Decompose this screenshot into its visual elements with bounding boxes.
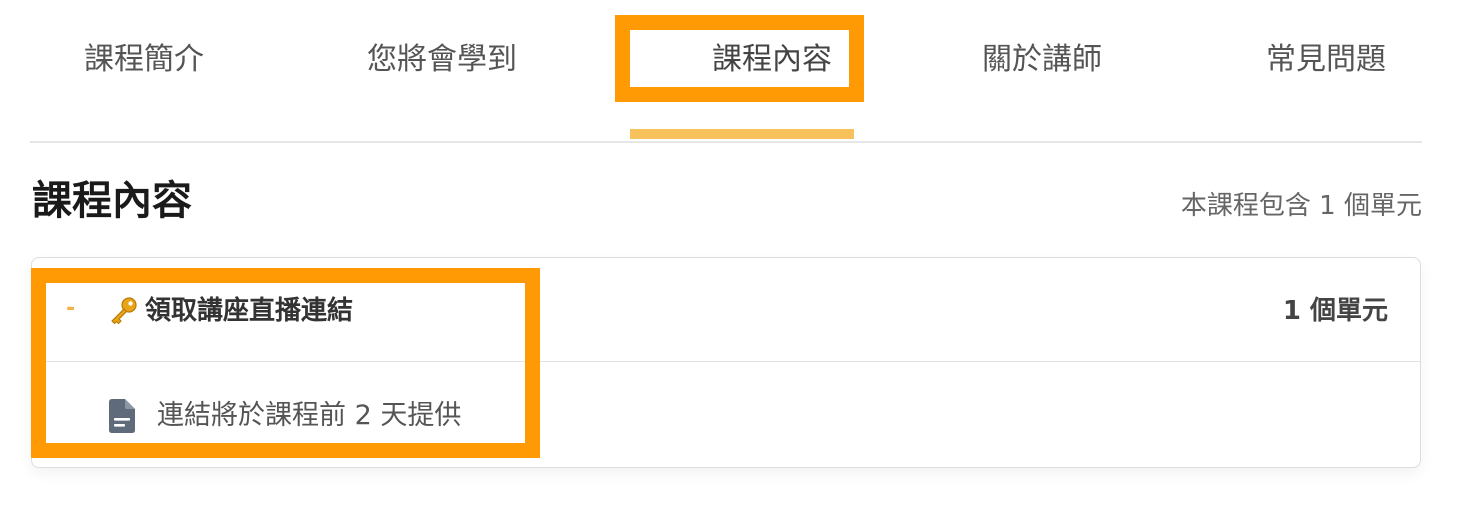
course-tab-bar: 課程簡介 您將會學到 課程內容 關於講師 常見問題 xyxy=(30,0,1422,143)
chapter-header[interactable]: - 領取講座直播連結 1 個單元 xyxy=(32,258,1420,362)
section-unit-summary: 本課程包含 1 個單元 xyxy=(1180,191,1422,221)
tab-about-instructor[interactable]: 關於講師 xyxy=(960,38,1124,82)
tab-course-content[interactable]: 課程內容 xyxy=(660,38,884,82)
chapter-title: 領取講座直播連結 xyxy=(145,296,354,326)
curriculum-card: - 領取講座直播連結 1 個單元 連結將於課程前 2 天提供 xyxy=(31,257,1421,468)
lesson-item[interactable]: 連結將於課程前 2 天提供 xyxy=(32,362,1420,467)
key-icon xyxy=(111,297,137,325)
lesson-title: 連結將於課程前 2 天提供 xyxy=(157,400,462,431)
section-title: 課程內容 xyxy=(32,178,192,224)
tab-faq[interactable]: 常見問題 xyxy=(1244,38,1408,82)
tab-course-intro[interactable]: 課程簡介 xyxy=(64,38,224,82)
tab-what-you-learn[interactable]: 您將會學到 xyxy=(360,38,524,82)
chapter-unit-count: 1 個單元 xyxy=(1282,296,1388,326)
active-tab-indicator xyxy=(630,129,854,139)
collapse-icon[interactable]: - xyxy=(66,294,75,324)
document-icon xyxy=(109,399,135,433)
